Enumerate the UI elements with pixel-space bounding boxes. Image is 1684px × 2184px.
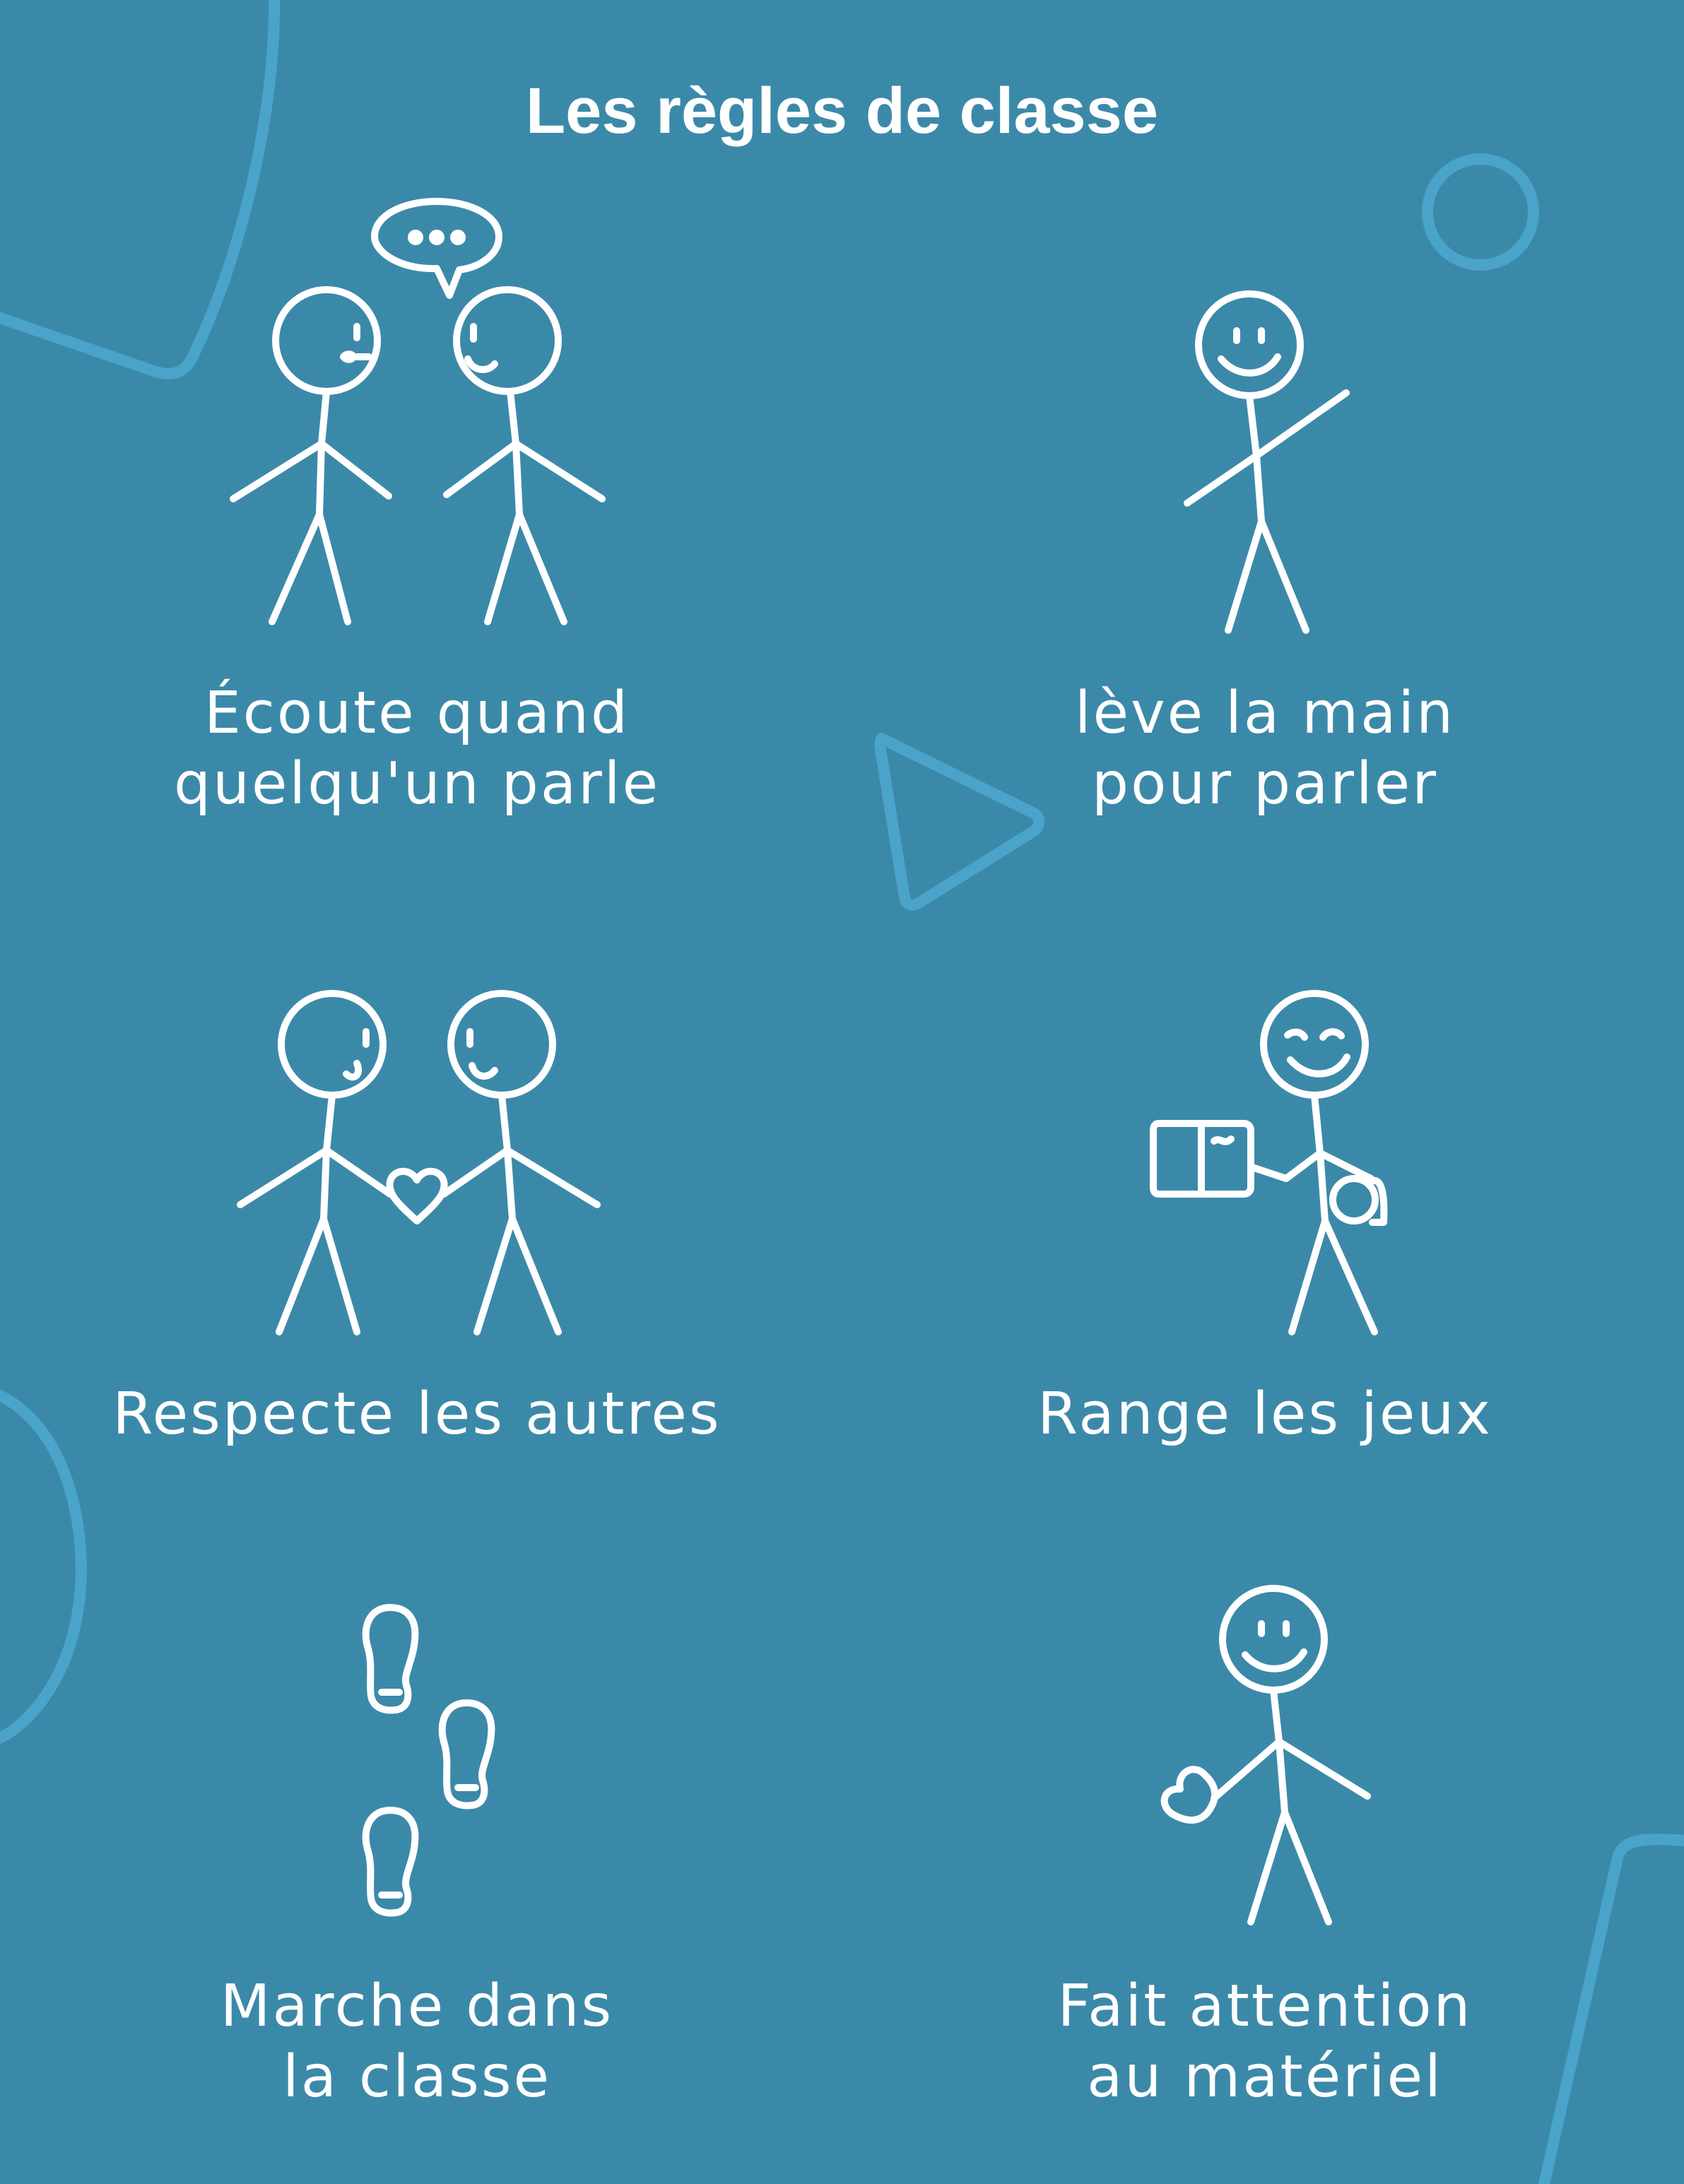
two-people-talking-icon xyxy=(230,198,606,625)
rule-caption-listen: Écoute quand quelqu'un parle xyxy=(28,678,806,820)
page-title: Les règles de classe xyxy=(525,75,1159,147)
speech-bubble-icon xyxy=(371,198,502,299)
caption-line: pour parler xyxy=(1092,750,1438,817)
heart-icon xyxy=(1160,1766,1219,1824)
rule-caption-respect: Respecte les autres xyxy=(28,1379,806,1450)
person-holding-heart-icon xyxy=(1160,1585,1371,1925)
person-holding-book-icon xyxy=(1150,990,1388,1335)
footprints-icon xyxy=(362,1604,495,1917)
caption-line: Range les jeux xyxy=(1037,1381,1492,1448)
book-icon xyxy=(1150,1120,1254,1198)
caption-line: au matériel xyxy=(1087,2043,1443,2111)
illustrations xyxy=(230,198,1388,1925)
caption-line: lève la main xyxy=(1074,680,1456,747)
heart-icon xyxy=(386,1167,448,1224)
caption-line: Marche dans xyxy=(220,1973,614,2040)
caption-line: Écoute quand xyxy=(204,680,630,747)
rule-caption-walk: Marche dans la classe xyxy=(28,1971,806,2113)
caption-line: quelqu'un parle xyxy=(173,750,661,817)
caption-line: Fait attention xyxy=(1057,1973,1473,2040)
two-people-heart-icon xyxy=(237,990,601,1335)
rule-caption-raise-hand: lève la main pour parler xyxy=(876,678,1654,820)
caption-line: Respecte les autres xyxy=(112,1381,722,1448)
rule-caption-care-material: Fait attention au matériel xyxy=(876,1971,1654,2113)
caption-line: la classe xyxy=(282,2043,552,2111)
person-raising-hand-icon xyxy=(1184,290,1350,634)
rule-caption-tidy-games: Range les jeux xyxy=(876,1379,1654,1450)
